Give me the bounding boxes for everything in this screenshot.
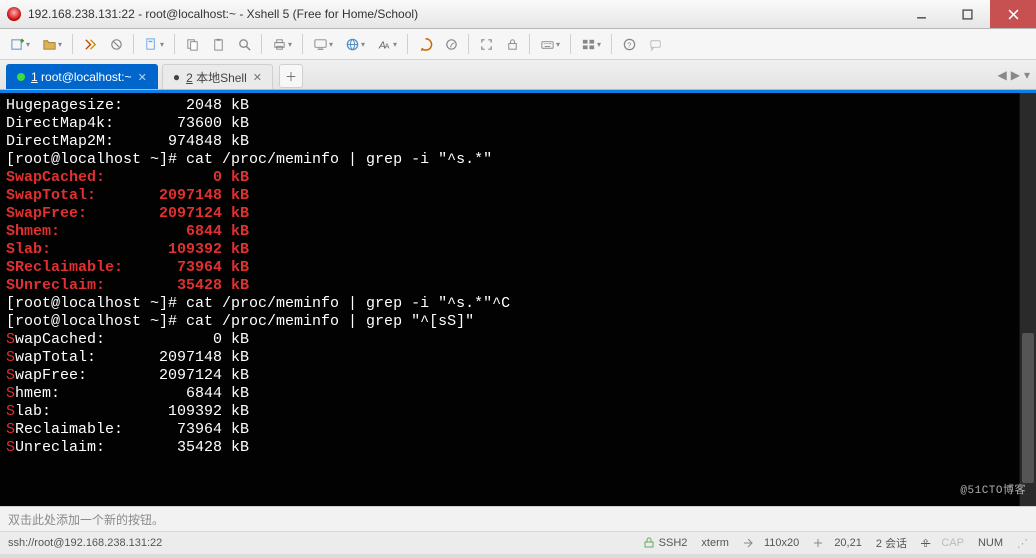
minimize-button[interactable] xyxy=(898,0,944,28)
svg-text:A: A xyxy=(384,41,389,50)
statusbar: ssh://root@192.168.238.131:22 SSH2 xterm… xyxy=(0,531,1036,554)
layout-button[interactable]: ▾ xyxy=(575,32,607,56)
window-title: 192.168.238.131:22 - root@localhost:~ - … xyxy=(28,7,898,21)
tab-close-icon[interactable]: ✕ xyxy=(253,71,262,84)
tab-nav: ◀ ▶ ▾ xyxy=(998,60,1031,89)
color1-button[interactable] xyxy=(412,32,438,56)
svg-text:?: ? xyxy=(627,40,631,49)
lock-button[interactable] xyxy=(499,32,525,56)
find-button[interactable] xyxy=(231,32,257,56)
keyboard-button[interactable]: ▾ xyxy=(534,32,566,56)
new-session-button[interactable]: ▾ xyxy=(4,32,36,56)
tab-close-icon[interactable]: ✕ xyxy=(138,71,147,84)
status-connection: ssh://root@192.168.238.131:22 xyxy=(8,537,162,549)
tab-session-1[interactable]: 1 root@localhost:~ ✕ xyxy=(6,64,158,89)
properties-button[interactable]: ▾ xyxy=(138,32,170,56)
disconnect-button[interactable] xyxy=(103,32,129,56)
reconnect-button[interactable] xyxy=(77,32,103,56)
tabbar: 1 root@localhost:~ ✕ ● 2 本地Shell ✕ ＋ ◀ ▶… xyxy=(0,60,1036,90)
scrollbar[interactable] xyxy=(1019,93,1036,506)
toolbar: ▾ ▾ ▾ ▾ ▾ ▾ AA▾ ▾ ▾ ? xyxy=(0,29,1036,60)
add-tab-button[interactable]: ＋ xyxy=(279,64,303,88)
tab-label: 1 root@localhost:~ xyxy=(31,70,132,84)
scrollbar-thumb[interactable] xyxy=(1022,333,1034,483)
copy-button[interactable] xyxy=(179,32,205,56)
info-button[interactable] xyxy=(642,32,668,56)
status-ssh-icon: SSH2 xyxy=(643,537,688,549)
watermark: @51CTO博客 xyxy=(960,482,1026,500)
close-button[interactable] xyxy=(990,0,1036,28)
print-button[interactable]: ▾ xyxy=(266,32,298,56)
terminal-content: Hugepagesize: 2048 kB DirectMap4k: 73600… xyxy=(0,93,1036,461)
status-term: xterm xyxy=(701,537,729,549)
status-cap: ⇧ CAP xyxy=(921,537,964,550)
sessions-button[interactable]: ▾ xyxy=(307,32,339,56)
tab-prev-icon[interactable]: ◀ xyxy=(998,68,1007,82)
tab-session-2[interactable]: ● 2 本地Shell ✕ xyxy=(162,64,273,89)
status-dot-icon xyxy=(17,73,25,81)
bottom-hint-bar[interactable]: 双击此处添加一个新的按钮。 xyxy=(0,506,1036,531)
tab-next-icon[interactable]: ▶ xyxy=(1011,68,1020,82)
bottom-hint-text: 双击此处添加一个新的按钮。 xyxy=(8,511,164,528)
font-button[interactable]: AA▾ xyxy=(371,32,403,56)
fullscreen-button[interactable] xyxy=(473,32,499,56)
terminal[interactable]: Hugepagesize: 2048 kB DirectMap4k: 73600… xyxy=(0,90,1036,506)
titlebar: 192.168.238.131:22 - root@localhost:~ - … xyxy=(0,0,1036,29)
tab-menu-icon[interactable]: ▾ xyxy=(1024,68,1030,82)
app-icon xyxy=(7,7,21,21)
color2-button[interactable] xyxy=(438,32,464,56)
open-button[interactable]: ▾ xyxy=(36,32,68,56)
window-buttons xyxy=(898,0,1036,28)
tab-label: 2 本地Shell xyxy=(186,69,247,86)
host-icon: ● xyxy=(173,70,180,84)
status-num: NUM xyxy=(978,537,1003,549)
status-grip-icon: ⋰ xyxy=(1017,537,1028,550)
paste-button[interactable] xyxy=(205,32,231,56)
status-size: 110x20 xyxy=(743,537,799,549)
status-sessions: 2 会话 xyxy=(876,535,907,551)
help-button[interactable]: ? xyxy=(616,32,642,56)
globe-button[interactable]: ▾ xyxy=(339,32,371,56)
status-cursor: 20,21 xyxy=(813,537,862,549)
maximize-button[interactable] xyxy=(944,0,990,28)
